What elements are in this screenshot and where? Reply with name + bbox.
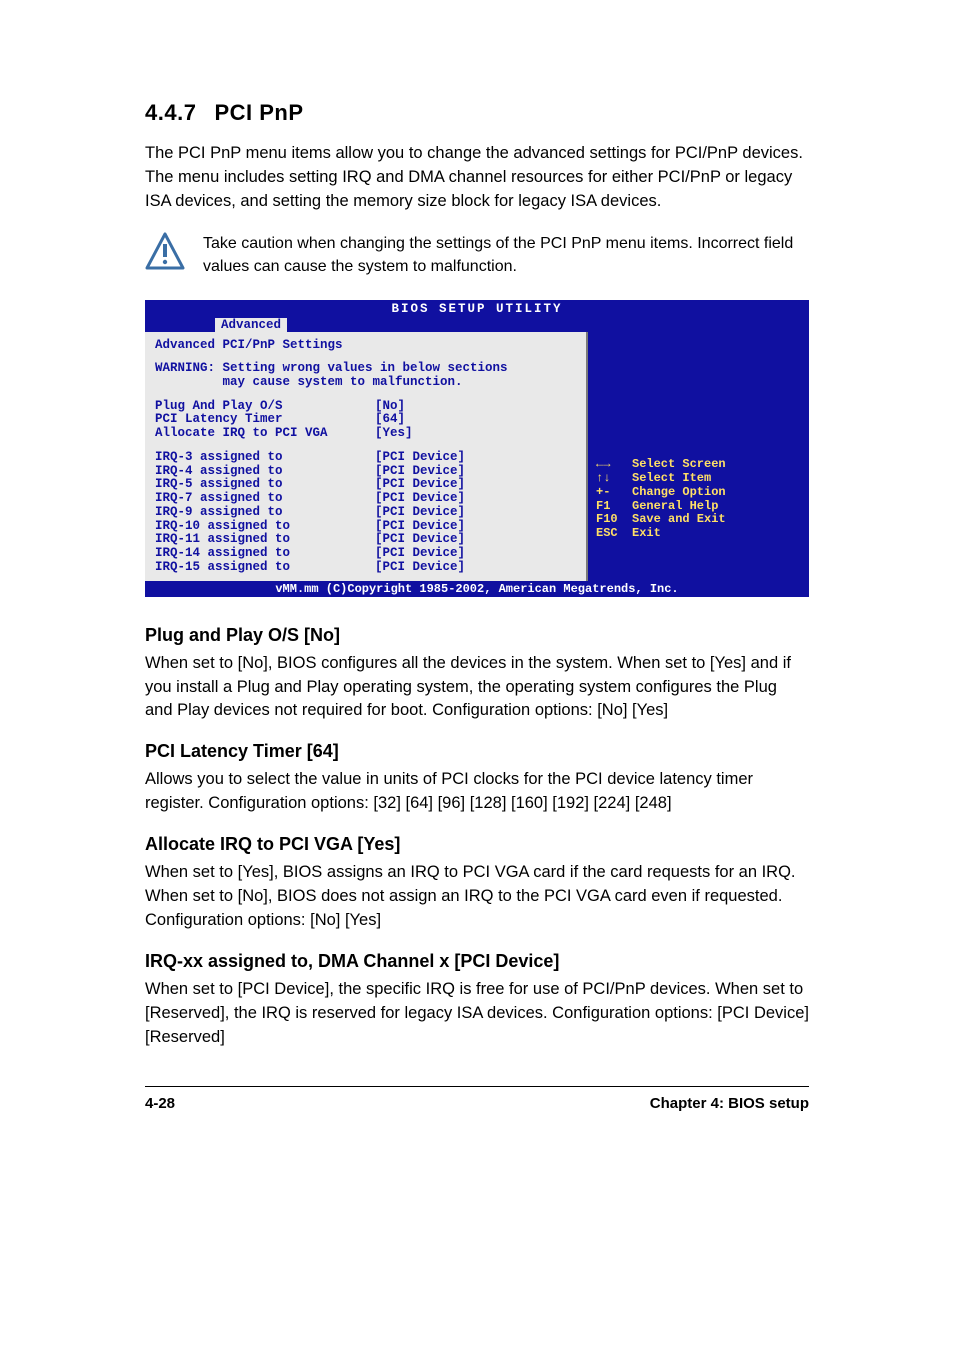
bios-warning-line2: may cause system to malfunction. — [155, 376, 576, 390]
bios-irq-row[interactable]: IRQ-11 assigned to[PCI Device] — [155, 533, 576, 547]
bios-irq-row[interactable]: IRQ-9 assigned to[PCI Device] — [155, 506, 576, 520]
bios-help-row: ↑↓Select Item — [596, 472, 801, 486]
section-number: 4.4.7 — [145, 100, 196, 125]
bios-help-row: F1General Help — [596, 500, 801, 514]
page-footer: 4-28 Chapter 4: BIOS setup — [145, 1086, 809, 1112]
section-title: PCI PnP — [214, 100, 303, 125]
bios-setting-row[interactable]: Plug And Play O/S[No] — [155, 400, 576, 414]
sub-heading-latency: PCI Latency Timer [64] — [145, 741, 809, 762]
bios-help-row: ←→Select Screen — [596, 458, 801, 472]
bios-irq-row[interactable]: IRQ-3 assigned to[PCI Device] — [155, 451, 576, 465]
bios-footer-copyright: vMM.mm (C)Copyright 1985-2002, American … — [145, 581, 809, 597]
bios-tab-advanced[interactable]: Advanced — [215, 318, 287, 332]
bios-irq-row[interactable]: IRQ-4 assigned to[PCI Device] — [155, 465, 576, 479]
caution-note: Take caution when changing the settings … — [145, 232, 809, 278]
sub-body-irqvga: When set to [Yes], BIOS assigns an IRQ t… — [145, 861, 809, 933]
sub-body-pnp: When set to [No], BIOS configures all th… — [145, 652, 809, 724]
chapter-label: Chapter 4: BIOS setup — [650, 1095, 809, 1112]
bios-irq-row[interactable]: IRQ-5 assigned to[PCI Device] — [155, 478, 576, 492]
bios-irq-row[interactable]: IRQ-15 assigned to[PCI Device] — [155, 561, 576, 575]
bios-help-row: F10Save and Exit — [596, 513, 801, 527]
bios-irq-block: IRQ-3 assigned to[PCI Device] IRQ-4 assi… — [155, 451, 576, 575]
sub-body-irqxx: When set to [PCI Device], the specific I… — [145, 978, 809, 1050]
bios-irq-row[interactable]: IRQ-14 assigned to[PCI Device] — [155, 547, 576, 561]
bios-left-pane: Advanced PCI/PnP Settings WARNING: Setti… — [145, 332, 588, 581]
bios-help-row: ESCExit — [596, 527, 801, 541]
caution-text: Take caution when changing the settings … — [203, 232, 809, 278]
bios-screenshot: BIOS SETUP UTILITY Advanced Advanced PCI… — [145, 300, 809, 597]
sub-heading-irqvga: Allocate IRQ to PCI VGA [Yes] — [145, 834, 809, 855]
section-heading: 4.4.7 PCI PnP — [145, 100, 809, 126]
bios-panel-title: Advanced PCI/PnP Settings — [155, 338, 576, 352]
sub-heading-pnp: Plug and Play O/S [No] — [145, 625, 809, 646]
bios-warning-line1: WARNING: Setting wrong values in below s… — [155, 362, 576, 376]
bios-setting-row[interactable]: Allocate IRQ to PCI VGA[Yes] — [155, 427, 576, 441]
caution-icon — [145, 232, 185, 272]
sub-body-latency: Allows you to select the value in units … — [145, 768, 809, 816]
bios-irq-row[interactable]: IRQ-10 assigned to[PCI Device] — [155, 520, 576, 534]
bios-setting-row[interactable]: PCI Latency Timer[64] — [155, 413, 576, 427]
sub-heading-irqxx: IRQ-xx assigned to, DMA Channel x [PCI D… — [145, 951, 809, 972]
bios-title: BIOS SETUP UTILITY — [145, 300, 809, 318]
bios-tab-row: Advanced — [145, 318, 809, 332]
bios-help-pane: ←→Select Screen ↑↓Select Item +-Change O… — [588, 332, 809, 581]
bios-warning: WARNING: Setting wrong values in below s… — [155, 362, 576, 390]
bios-help-row: +-Change Option — [596, 486, 801, 500]
bios-settings-block: Plug And Play O/S[No] PCI Latency Timer[… — [155, 400, 576, 441]
bios-irq-row[interactable]: IRQ-7 assigned to[PCI Device] — [155, 492, 576, 506]
page-number: 4-28 — [145, 1095, 175, 1112]
intro-paragraph: The PCI PnP menu items allow you to chan… — [145, 142, 809, 214]
